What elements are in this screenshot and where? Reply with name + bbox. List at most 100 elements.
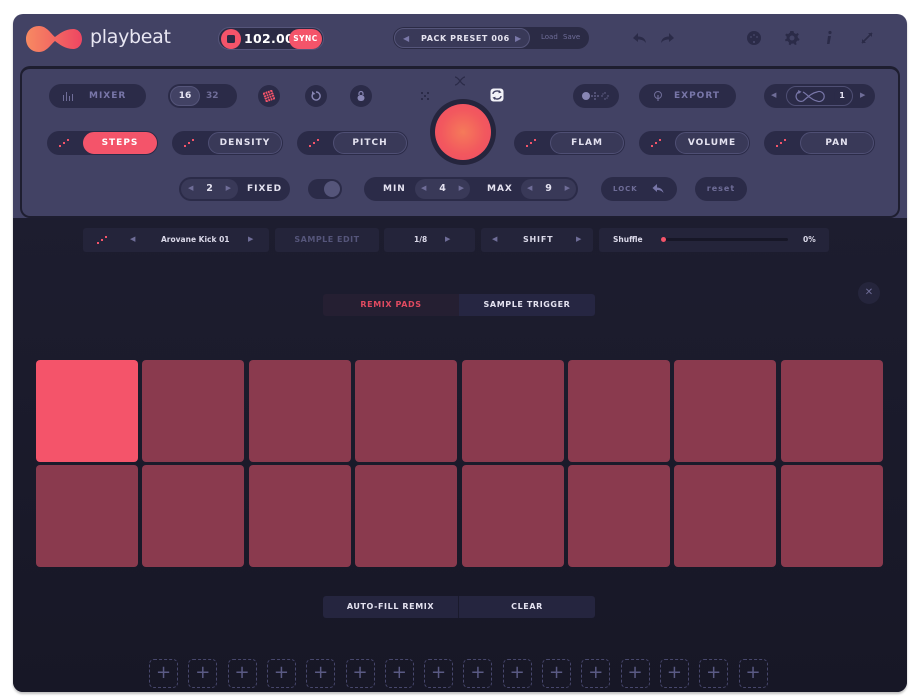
fixed-range-toggle[interactable]: [308, 179, 342, 199]
undo-icon[interactable]: [632, 30, 648, 46]
max-increment-icon[interactable]: ▶: [565, 184, 570, 192]
mixer-button[interactable]: MIXER: [49, 84, 146, 108]
auto-fill-remix-button[interactable]: AUTO-FILL REMIX: [323, 596, 459, 618]
playbeat-window: playbeat 102.00 SYNC ◀ PACK PRESET 006 ▶…: [13, 14, 907, 692]
mode-volume[interactable]: VOLUME: [639, 131, 750, 155]
pad-13[interactable]: [461, 465, 564, 567]
division-selector: 1/8 ▶: [384, 228, 475, 252]
mode-flam[interactable]: FLAM: [514, 131, 625, 155]
shift-left-icon[interactable]: ◀: [492, 235, 497, 243]
fixed-label[interactable]: FIXED: [247, 184, 282, 194]
pad-8[interactable]: [780, 360, 883, 462]
add-sample-slot[interactable]: +: [581, 659, 611, 688]
lock-undo-icon: [652, 184, 664, 193]
add-sample-slot[interactable]: +: [384, 659, 414, 688]
density-view-toggle[interactable]: [573, 84, 619, 108]
randomize-dice-icon[interactable]: [97, 235, 108, 245]
pad-15[interactable]: [674, 465, 777, 567]
pad-9[interactable]: [36, 465, 138, 567]
add-sample-slot[interactable]: +: [306, 659, 336, 688]
pad-14[interactable]: [568, 465, 670, 567]
reset-label: reset: [706, 184, 736, 193]
add-sample-slot[interactable]: +: [188, 659, 218, 688]
mode-pitch[interactable]: PITCH: [297, 131, 408, 155]
scatter-dots-icon[interactable]: [421, 92, 431, 102]
save-button[interactable]: Save: [563, 33, 580, 41]
max-stepper[interactable]: ◀ 9 ▶: [521, 179, 576, 199]
pad-12[interactable]: [355, 465, 458, 567]
bpm-value[interactable]: 102.00: [244, 31, 294, 46]
mode-density[interactable]: DENSITY: [172, 131, 283, 155]
add-sample-slot[interactable]: +: [502, 659, 532, 688]
mode-steps[interactable]: STEPS: [47, 131, 158, 155]
add-sample-slot[interactable]: +: [542, 659, 571, 688]
midi-icon[interactable]: [746, 30, 762, 46]
pad-11[interactable]: [248, 465, 351, 567]
preset-prev-icon[interactable]: ◀: [403, 34, 409, 43]
min-stepper[interactable]: ◀ 4 ▶: [415, 179, 470, 199]
loop-prev-icon[interactable]: ◀: [771, 91, 776, 99]
add-sample-slot[interactable]: +: [227, 659, 257, 688]
grid-button[interactable]: [258, 85, 280, 107]
pad-7[interactable]: [674, 360, 777, 462]
add-sample-slot[interactable]: +: [463, 659, 493, 688]
generate-knob[interactable]: [435, 104, 491, 160]
fixed-stepper[interactable]: ◀ 2 ▶: [181, 179, 238, 199]
min-increment-icon[interactable]: ▶: [459, 184, 464, 192]
pad-3[interactable]: [248, 360, 351, 462]
redo-icon[interactable]: [659, 30, 675, 46]
lock-button[interactable]: LOCK: [601, 177, 677, 201]
pad-1[interactable]: [36, 360, 138, 462]
add-sample-slot[interactable]: +: [620, 659, 650, 688]
division-next-icon[interactable]: ▶: [445, 235, 450, 243]
preset-name-field[interactable]: ◀ PACK PRESET 006 ▶: [394, 28, 530, 48]
sample-name: Arovane Kick 01: [161, 235, 230, 244]
pad-16[interactable]: [780, 465, 883, 567]
sync-button[interactable]: SYNC: [289, 29, 322, 49]
add-sample-slot[interactable]: +: [424, 659, 454, 688]
fixed-increment-icon[interactable]: ▶: [226, 184, 231, 192]
add-sample-slot[interactable]: +: [266, 659, 296, 688]
add-sample-slot[interactable]: +: [149, 659, 178, 688]
reset-button[interactable]: reset: [695, 177, 747, 201]
add-sample-slot[interactable]: +: [738, 659, 768, 688]
pad-5[interactable]: [461, 360, 564, 462]
pad-grid: [36, 360, 884, 568]
shuffle-slider-thumb[interactable]: [661, 237, 666, 242]
pad-10[interactable]: [142, 465, 245, 567]
close-button[interactable]: ✕: [858, 282, 880, 304]
shuffle-slider[interactable]: [661, 237, 788, 242]
add-sample-slot[interactable]: +: [659, 659, 689, 688]
sample-edit-label: SAMPLE EDIT: [294, 235, 360, 244]
min-label: MIN: [383, 184, 406, 194]
steps-32-option[interactable]: 32: [206, 91, 219, 101]
pad-6[interactable]: [568, 360, 670, 462]
shift-right-icon[interactable]: ▶: [576, 235, 581, 243]
add-sample-slot[interactable]: +: [345, 659, 375, 688]
steps-16-option[interactable]: 16: [170, 86, 200, 106]
tab-sample-trigger[interactable]: SAMPLE TRIGGER: [459, 294, 595, 316]
sample-next-icon[interactable]: ▶: [248, 235, 253, 243]
stop-button[interactable]: [221, 29, 241, 49]
swap-icon[interactable]: [490, 88, 504, 102]
resize-icon[interactable]: [859, 30, 875, 46]
gear-icon[interactable]: [784, 30, 800, 46]
add-sample-slot[interactable]: +: [699, 659, 729, 688]
loop-count[interactable]: 1: [834, 88, 850, 104]
pad-2[interactable]: [142, 360, 245, 462]
preset-next-icon[interactable]: ▶: [515, 34, 521, 43]
lock-toggle-button[interactable]: [350, 85, 372, 107]
sample-edit-button[interactable]: SAMPLE EDIT: [275, 228, 379, 252]
mode-steps-label: STEPS: [83, 132, 157, 154]
mode-pan[interactable]: PAN: [764, 131, 875, 155]
clear-button[interactable]: CLEAR: [459, 596, 595, 618]
pad-4[interactable]: [355, 360, 458, 462]
load-button[interactable]: Load: [541, 33, 558, 41]
info-icon[interactable]: [821, 30, 837, 46]
sample-prev-icon[interactable]: ◀: [130, 235, 135, 243]
crossover-icon[interactable]: [454, 76, 466, 86]
export-button[interactable]: EXPORT: [639, 84, 736, 108]
tab-remix-pads[interactable]: REMIX PADS: [323, 294, 459, 316]
loop-next-icon[interactable]: ▶: [860, 91, 865, 99]
reload-button[interactable]: [305, 85, 327, 107]
